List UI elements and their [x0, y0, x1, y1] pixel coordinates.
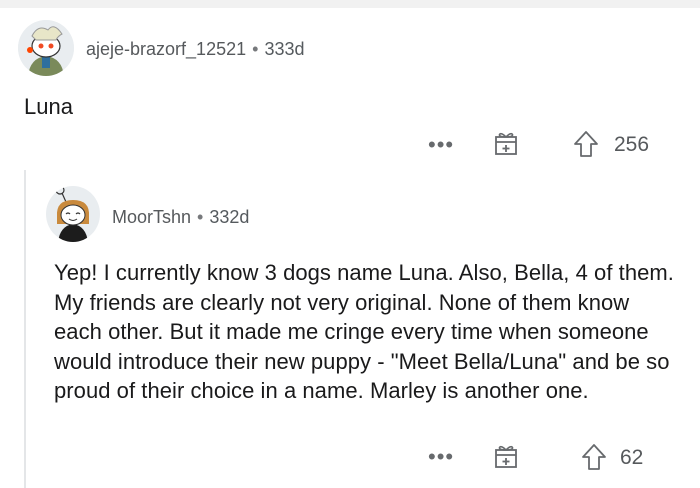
avatar[interactable]	[46, 186, 100, 242]
comment-age: 333d	[264, 39, 305, 59]
avatar[interactable]	[18, 20, 74, 76]
comment-meta: ajeje-brazorf_12521 • 333d	[86, 39, 304, 60]
upvote-arrow-icon[interactable]	[580, 442, 608, 472]
award-gift-icon[interactable]	[492, 129, 520, 157]
comment-body: Luna	[24, 94, 73, 119]
comment-age: 332d	[209, 207, 250, 227]
thread-line[interactable]	[24, 170, 26, 488]
vote-count: 62	[620, 446, 644, 469]
username[interactable]: MoorTshn	[112, 207, 191, 227]
comment-body: Yep! I currently know 3 dogs name Luna. …	[54, 260, 674, 403]
snoo-avatar-icon	[47, 186, 99, 242]
upvote-arrow-icon[interactable]	[572, 129, 600, 159]
more-options-button[interactable]: •••	[428, 446, 454, 468]
meta-separator: •	[252, 39, 259, 59]
more-options-button[interactable]: •••	[428, 134, 454, 156]
username[interactable]: ajeje-brazorf_12521	[86, 39, 246, 59]
award-gift-icon[interactable]	[492, 442, 520, 470]
top-divider	[0, 0, 700, 8]
comment-meta: MoorTshn • 332d	[112, 207, 249, 228]
vote-count: 256	[614, 133, 650, 156]
snoo-avatar-icon	[18, 20, 74, 76]
meta-separator: •	[197, 207, 204, 227]
